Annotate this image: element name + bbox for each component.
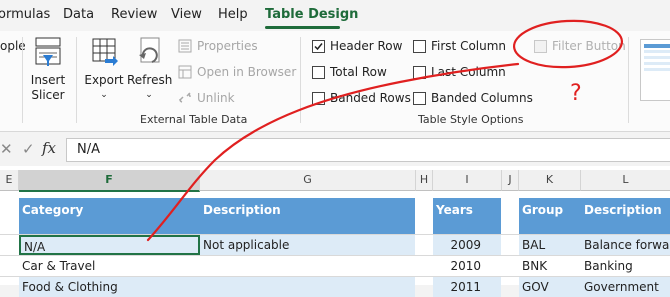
annotation-question-mark: ?: [570, 81, 582, 106]
annotation-overlay: ?: [146, 19, 624, 242]
annotation-circle: [512, 19, 624, 69]
annotation-arrow-line: [146, 62, 520, 242]
